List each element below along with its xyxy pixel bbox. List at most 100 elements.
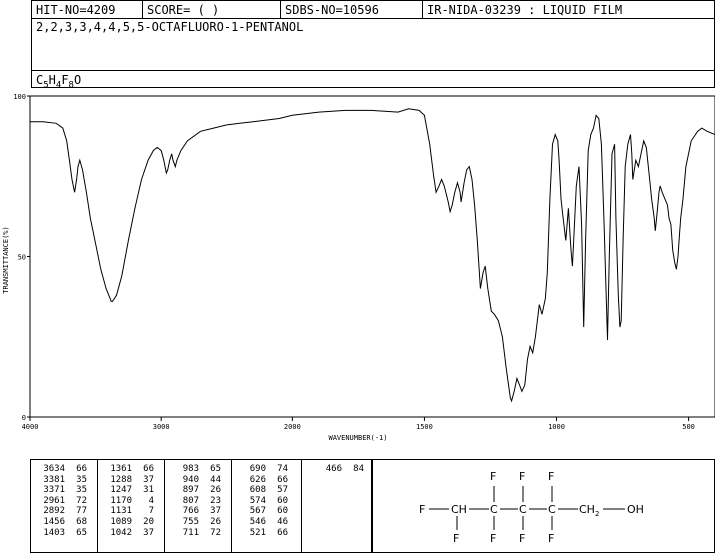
peak-row: 1131 7 <box>104 506 154 517</box>
atom-c2: C <box>490 503 498 516</box>
atom-c3: C <box>519 503 527 516</box>
atom-f-below-ch: F <box>453 532 459 545</box>
atom-ch2: CH <box>579 503 595 516</box>
peak-wavenumber: 1170 <box>110 495 132 506</box>
y-tick-label: 0 <box>22 414 26 422</box>
x-tick-label: 2000 <box>284 423 301 431</box>
peak-row: 574 60 <box>238 496 288 507</box>
peak-transmittance: 20 <box>143 516 154 527</box>
peak-row: 766 37 <box>171 506 221 517</box>
peak-wavenumber: 608 <box>249 485 266 496</box>
peak-transmittance: 37 <box>143 474 154 485</box>
peak-transmittance: 4 <box>148 495 154 506</box>
y-axis-ticks: 0 50 100 <box>13 93 30 422</box>
peak-row: 546 46 <box>238 517 288 528</box>
peak-column: 690 74 626 66 608 57 574 60 567 60 546 46 521 66 <box>238 464 288 538</box>
peak-row: 690 74 <box>238 464 288 475</box>
structure-box: F CH F C F F C F F C F F CH 2 OH F <box>372 459 715 553</box>
peak-wavenumber: 1456 <box>43 516 65 527</box>
peak-transmittance: 66 <box>143 464 154 474</box>
atom-f-c2-top: F <box>490 470 496 483</box>
x-tick-label: 3000 <box>153 423 170 431</box>
atom-f-c4-top: F <box>548 470 554 483</box>
peak-wavenumber: 983 <box>182 464 199 474</box>
peak-wavenumber: 466 <box>325 464 342 474</box>
structure-diagram: F CH F C F F C F F C F F CH 2 OH F <box>419 470 644 545</box>
y-tick-label: 50 <box>18 254 26 262</box>
peak-transmittance: 31 <box>143 485 154 496</box>
atom-c4: C <box>548 503 556 516</box>
column-divider <box>97 460 98 552</box>
peak-transmittance: 84 <box>353 464 364 474</box>
peak-row: 1403 65 <box>37 528 87 539</box>
peak-transmittance: 66 <box>76 464 87 474</box>
peak-table: 3634 66 3381 35 3371 35 2961 72 2892 77 1456 68 1403… <box>30 459 372 553</box>
spectrum-line <box>30 108 715 403</box>
peak-transmittance: 26 <box>210 485 221 496</box>
peak-column: 3634 66 3381 35 3371 35 2961 72 2892 77 1456 68 1403… <box>37 464 87 538</box>
x-tick-label: 1000 <box>548 423 565 431</box>
x-axis-label: WAVENUMBER(-1) <box>328 434 387 442</box>
peak-row: 3634 66 <box>37 464 87 475</box>
y-axis-label: TRANSMITTANCE(%) <box>2 226 10 293</box>
peak-wavenumber: 626 <box>249 474 266 485</box>
peak-wavenumber: 521 <box>249 527 266 538</box>
peak-row: 608 57 <box>238 485 288 496</box>
peak-wavenumber: 690 <box>249 464 266 474</box>
peak-column: 466 84 <box>314 464 364 475</box>
peak-row: 1288 37 <box>104 475 154 486</box>
peak-row: 897 26 <box>171 485 221 496</box>
peak-row: 2892 77 <box>37 506 87 517</box>
peak-transmittance: 57 <box>277 485 288 496</box>
peak-row: 1456 68 <box>37 517 87 528</box>
y-tick-label: 100 <box>13 93 26 101</box>
atom-ch2-subscript: 2 <box>595 510 599 518</box>
atom-oh: OH <box>627 503 644 516</box>
x-tick-label: 500 <box>682 423 695 431</box>
peak-transmittance: 60 <box>277 506 288 517</box>
peak-wavenumber: 1288 <box>110 474 132 485</box>
atom-ch: CH <box>451 503 467 516</box>
atom-f-c2-bottom: F <box>490 532 496 545</box>
peak-row: 3381 35 <box>37 475 87 486</box>
peak-row: 626 66 <box>238 475 288 486</box>
peak-row: 1089 20 <box>104 517 154 528</box>
peak-wavenumber: 1403 <box>43 527 65 538</box>
peak-row: 1247 31 <box>104 485 154 496</box>
x-tick-label: 1500 <box>416 423 433 431</box>
peak-transmittance: 23 <box>210 495 221 506</box>
peak-transmittance: 37 <box>210 506 221 517</box>
peak-wavenumber: 3381 <box>43 474 65 485</box>
peak-transmittance: 37 <box>143 527 154 538</box>
atom-f-c3-bottom: F <box>519 532 525 545</box>
peak-wavenumber: 1361 <box>110 464 132 474</box>
peak-row: 1042 37 <box>104 528 154 539</box>
peak-transmittance: 26 <box>210 516 221 527</box>
peak-wavenumber: 1042 <box>110 527 132 538</box>
peak-row: 983 65 <box>171 464 221 475</box>
peak-row: 711 72 <box>171 528 221 539</box>
peak-wavenumber: 897 <box>182 485 199 496</box>
peak-transmittance: 74 <box>277 464 288 474</box>
peak-row: 1361 66 <box>104 464 154 475</box>
ir-spectrum-chart: TRANSMITTANCE(%) WAVENUMBER(-1) 4000 3000… <box>2 93 715 442</box>
peak-row: 3371 35 <box>37 485 87 496</box>
peak-wavenumber: 766 <box>182 506 199 517</box>
peak-transmittance: 44 <box>210 474 221 485</box>
peak-transmittance: 77 <box>76 506 87 517</box>
peak-wavenumber: 2961 <box>43 495 65 506</box>
peak-transmittance: 65 <box>76 527 87 538</box>
peak-wavenumber: 1131 <box>110 506 132 517</box>
peak-transmittance: 65 <box>210 464 221 474</box>
peak-row: 521 66 <box>238 528 288 539</box>
column-divider <box>231 460 232 552</box>
peak-transmittance: 46 <box>277 516 288 527</box>
peak-wavenumber: 2892 <box>43 506 65 517</box>
peak-transmittance: 66 <box>277 474 288 485</box>
x-axis-ticks: 4000 3000 2000 1500 1000 500 <box>22 417 695 431</box>
peak-transmittance: 35 <box>76 474 87 485</box>
peak-wavenumber: 940 <box>182 474 199 485</box>
peak-wavenumber: 1089 <box>110 516 132 527</box>
peak-wavenumber: 574 <box>249 495 266 506</box>
peak-transmittance: 68 <box>76 516 87 527</box>
